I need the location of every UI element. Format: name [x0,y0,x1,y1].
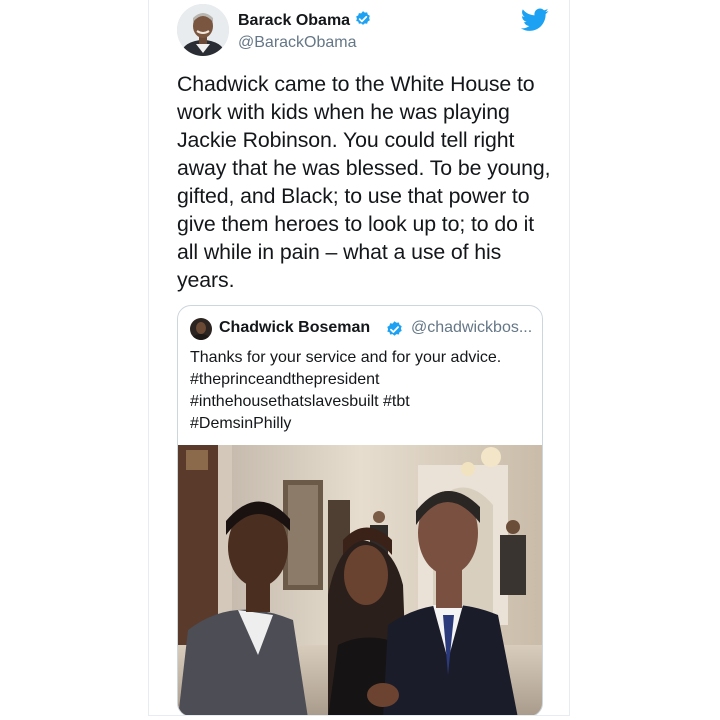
twitter-bird-icon [521,8,549,31]
hashtag-link[interactable]: #inthehousethatslavesbuilt #tbt [190,391,535,413]
quoted-author-avatar[interactable] [190,318,212,340]
tweet-text: Chadwick came to the White House to work… [177,72,551,292]
author-handle[interactable]: @BarackObama [238,34,357,52]
quoted-tweet-text: Thanks for your service and for your adv… [190,347,535,435]
tweet-card: Barack Obama @BarackObama Chadwick came … [148,0,570,716]
author-name[interactable]: Barack Obama [238,10,372,30]
tweet-header: Barack Obama @BarackObama [177,4,557,58]
author-avatar[interactable] [177,4,229,56]
hashtag-link[interactable]: #theprinceandthepresident [190,369,535,391]
photo-image [178,445,542,715]
quoted-tweet-header: Chadwick Boseman @chadwickbos... [190,317,535,341]
quoted-tweet[interactable]: Chadwick Boseman @chadwickbos... Thanks … [177,305,543,715]
hashtag-link[interactable]: #DemsinPhilly [190,413,535,435]
author-name-text: Barack Obama [238,12,351,29]
quoted-tweet-photo[interactable] [178,445,542,715]
quoted-author-name[interactable]: Chadwick Boseman [219,319,370,337]
quoted-tweet-line: Thanks for your service and for your adv… [190,349,502,366]
verified-badge-icon [387,321,402,336]
quoted-author-handle[interactable]: @chadwickbos... [411,319,532,337]
verified-badge-icon [356,11,370,25]
